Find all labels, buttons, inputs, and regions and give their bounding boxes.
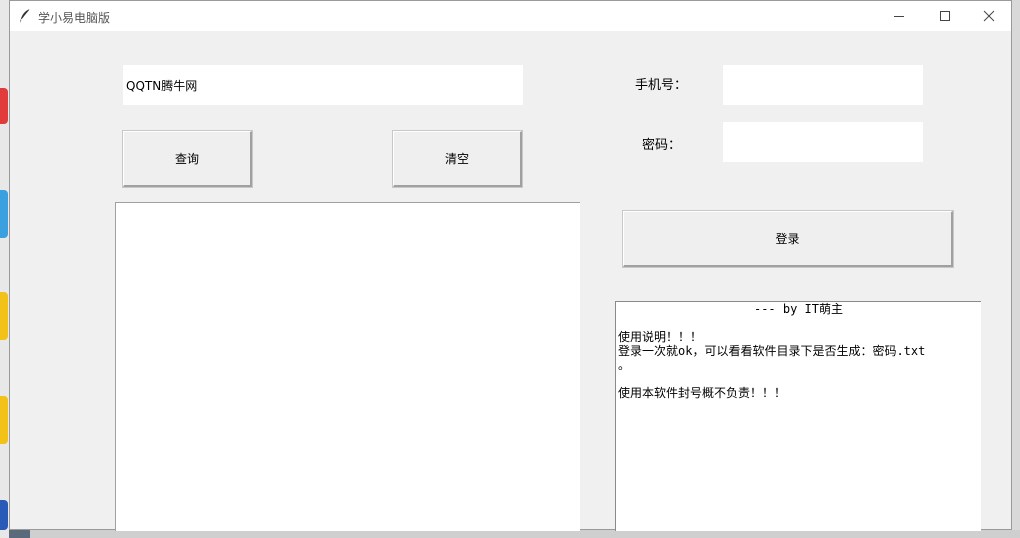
desktop-icon <box>0 292 8 340</box>
info-line <box>618 316 979 330</box>
search-button[interactable]: 查询 <box>122 130 253 188</box>
info-line: 登录一次就ok，可以看看软件目录下是否生成：密码.txt <box>618 344 926 358</box>
desktop-icon <box>0 190 8 238</box>
login-button[interactable]: 登录 <box>622 210 954 268</box>
title-bar[interactable]: 学小易电脑版 <box>10 1 1011 31</box>
minimize-icon <box>894 16 904 17</box>
password-label: 密码： <box>642 138 682 153</box>
desktop-right-strip <box>1012 0 1020 538</box>
phone-input[interactable] <box>724 66 922 104</box>
phone-entry[interactable] <box>723 65 923 105</box>
password-entry[interactable] <box>723 122 923 162</box>
info-header: --- by IT萌主 <box>753 302 844 316</box>
maximize-icon <box>940 11 950 21</box>
desktop-icon <box>0 396 8 444</box>
password-input[interactable] <box>724 123 922 161</box>
desktop-icon <box>0 88 8 124</box>
query-input[interactable] <box>124 66 522 104</box>
close-icon <box>983 10 995 22</box>
close-button[interactable] <box>966 1 1012 31</box>
results-textbox[interactable] <box>115 202 580 531</box>
clear-button[interactable]: 清空 <box>392 130 523 188</box>
window-title: 学小易电脑版 <box>38 11 111 25</box>
phone-label: 手机号： <box>635 78 688 93</box>
desktop-bottom-strip <box>30 530 1020 538</box>
maximize-button[interactable] <box>922 1 968 31</box>
desktop-left-strip <box>0 0 9 538</box>
info-textbox[interactable]: --- by IT萌主 使用说明！！！ 登录一次就ok，可以看看软件目录下是否生… <box>615 301 981 531</box>
app-window: 学小易电脑版 查询 清空 手机号： 密码： 登录 --- by IT萌主 使用说… <box>9 0 1012 531</box>
info-line: 使用说明！！！ <box>618 330 703 344</box>
minimize-button[interactable] <box>876 1 922 31</box>
desktop-icon <box>0 500 8 530</box>
info-line: 使用本软件封号概不负责！！！ <box>618 386 787 400</box>
feather-icon <box>18 8 32 24</box>
info-line <box>618 372 979 386</box>
info-line: 。 <box>618 358 631 372</box>
query-entry[interactable] <box>123 65 523 105</box>
